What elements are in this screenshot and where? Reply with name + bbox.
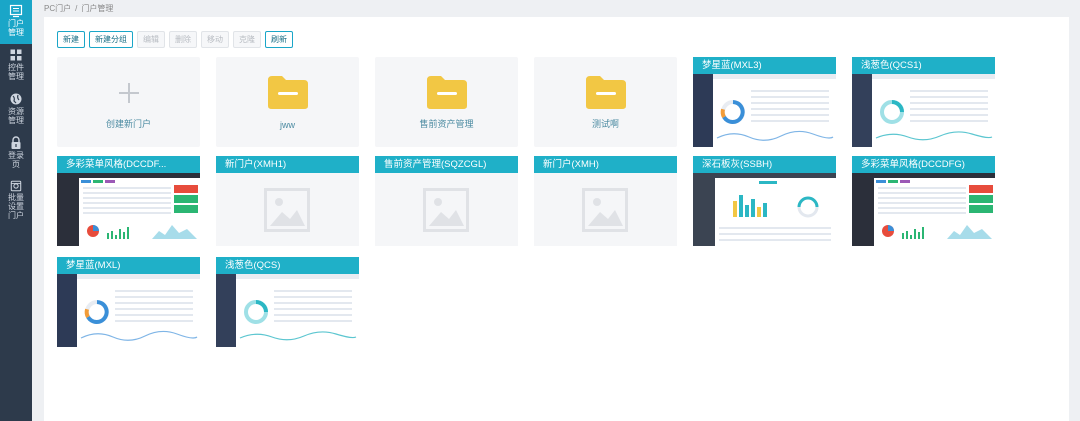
portal-template-card[interactable]: 多彩菜单风格(DCCDF... [57,156,200,246]
new-group-button[interactable]: 新建分组 [89,31,133,48]
sidebar-item-widget-management[interactable]: 控件管理 [0,44,32,88]
sidebar-item-batch-settings[interactable]: 批量设置门户 [0,176,32,220]
sidebar-item-resource-management[interactable]: 资源管理 [0,88,32,132]
folder-name: jww [280,120,295,130]
template-title: 深石板灰(SSBH) [693,156,836,173]
template-title: 多彩菜单风格(DCCDFG) [852,156,995,173]
widgets-icon [10,49,22,61]
folder-icon [268,76,308,109]
sidebar: 门户管理 控件管理 资源管理 登录页 批量设置门户 [0,0,32,421]
portal-icon [9,4,23,18]
template-thumbnail-dccd [852,173,995,246]
breadcrumb-current: 门户管理 [81,4,114,13]
new-button[interactable]: 新建 [57,31,85,48]
breadcrumb-root[interactable]: PC门户 [44,4,71,13]
refresh-button[interactable]: 刷新 [265,31,293,48]
batch-icon [10,180,22,192]
template-thumbnail-mxl [693,74,836,147]
sidebar-item-label: 控件管理 [8,63,24,81]
create-portal-card[interactable]: 创建新门户 [57,57,200,147]
breadcrumb: PC门户 / 门户管理 [44,3,113,14]
sidebar-item-label: 批量设置门户 [8,193,24,220]
portal-template-card[interactable]: 浅葱色(QCS1) [852,57,995,147]
folder-card[interactable]: 售前资产管理 [375,57,518,147]
sidebar-item-portal-management[interactable]: 门户管理 [0,0,32,44]
portal-template-card[interactable]: 梦星蓝(MXL3) [693,57,836,147]
delete-button[interactable]: 删除 [169,31,197,48]
clone-button[interactable]: 克隆 [233,31,261,48]
template-title: 新门户(XMH1) [216,156,359,173]
template-thumbnail-dccd [57,173,200,246]
image-placeholder-icon [264,188,310,232]
template-title: 浅葱色(QCS1) [852,57,995,74]
template-title: 梦星蓝(MXL3) [693,57,836,74]
sidebar-item-label: 资源管理 [8,107,24,125]
image-placeholder-icon [582,188,628,232]
image-placeholder-icon [423,188,469,232]
folder-icon [427,76,467,109]
template-thumbnail-qcs [852,74,995,147]
main-panel: 新建 新建分组 编辑 删除 移动 克隆 刷新 创建新门户 jww 售前资产管理 … [44,17,1069,421]
template-title: 梦星蓝(MXL) [57,257,200,274]
portal-template-card[interactable]: 深石板灰(SSBH) [693,156,836,246]
sidebar-item-label: 门户管理 [8,19,24,37]
template-title: 浅葱色(QCS) [216,257,359,274]
breadcrumb-separator: / [75,4,78,13]
template-thumbnail-mxl [57,274,200,347]
folder-card[interactable]: jww [216,57,359,147]
globe-icon [10,93,22,105]
portal-template-card[interactable]: 梦星蓝(MXL) [57,257,200,347]
template-title: 多彩菜单风格(DCCDF... [57,156,200,173]
folder-card[interactable]: 测试啊 [534,57,677,147]
sidebar-item-label: 登录页 [8,151,24,169]
portal-template-card[interactable]: 浅葱色(QCS) [216,257,359,347]
template-thumbnail-qcs [216,274,359,347]
folder-icon [586,76,626,109]
move-button[interactable]: 移动 [201,31,229,48]
template-title: 新门户(XMH) [534,156,677,173]
portal-template-card[interactable]: 新门户(XMH1) [216,156,359,246]
folder-name: 售前资产管理 [419,119,474,129]
template-title: 售前资产管理(SQZCGL) [375,156,518,173]
portal-template-card[interactable]: 多彩菜单风格(DCCDFG) [852,156,995,246]
toolbar: 新建 新建分组 编辑 删除 移动 克隆 刷新 [57,31,293,48]
portal-template-card[interactable]: 售前资产管理(SQZCGL) [375,156,518,246]
edit-button[interactable]: 编辑 [137,31,165,48]
lock-icon [11,136,21,149]
portal-template-card[interactable]: 新门户(XMH) [534,156,677,246]
plus-icon [119,83,139,103]
create-portal-label: 创建新门户 [105,119,151,129]
sidebar-item-login-page[interactable]: 登录页 [0,132,32,176]
template-thumbnail-ssbh [693,173,836,246]
folder-name: 测试啊 [591,119,619,129]
